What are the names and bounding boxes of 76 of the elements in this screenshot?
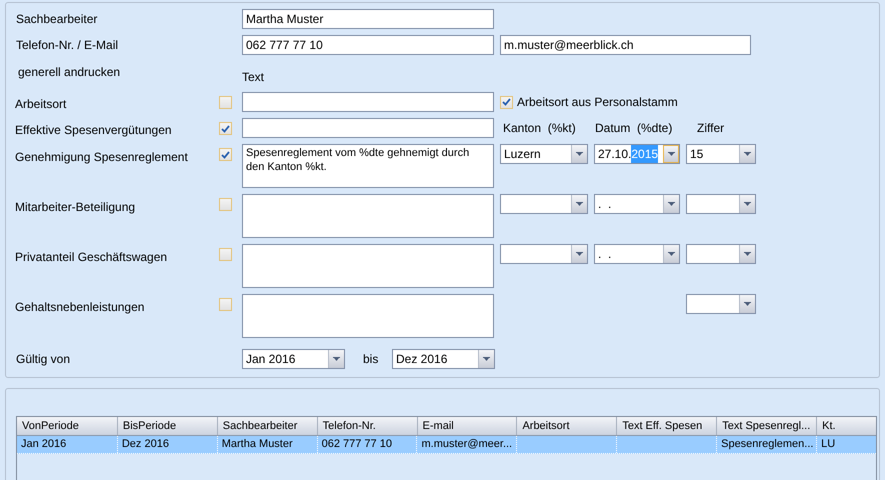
print-checkbox[interactable] <box>219 96 232 109</box>
field-label: Sachbearbeiter <box>15 11 98 28</box>
column-header[interactable]: VonPeriode <box>17 417 117 435</box>
period-dropdown[interactable]: Dez 2016 <box>392 349 495 369</box>
field-label: Arbeitsort <box>15 96 68 113</box>
caret-icon <box>744 202 751 206</box>
column-header[interactable]: Arbeitsort <box>516 417 616 435</box>
caret-icon <box>483 357 490 361</box>
date-picker[interactable]: . . <box>594 194 680 214</box>
date-picker[interactable]: . . <box>594 244 680 264</box>
caret-icon <box>576 152 583 156</box>
input-field[interactable] <box>242 92 494 112</box>
number-dropdown[interactable] <box>686 194 756 214</box>
canton-dropdown[interactable]: Luzern <box>500 144 588 164</box>
period-dropdown[interactable]: Jan 2016 <box>242 349 345 369</box>
table-cell-text: Martha Muster <box>222 437 293 452</box>
number-dropdown[interactable] <box>686 244 756 264</box>
canton-dropdown[interactable] <box>500 194 588 214</box>
column-heading: Text <box>242 69 264 86</box>
column-heading: Kanton (%kt) <box>502 120 577 137</box>
check-icon <box>221 124 230 132</box>
caret-icon <box>668 252 675 256</box>
text-area[interactable] <box>242 244 494 288</box>
print-checkbox[interactable] <box>219 298 232 311</box>
table-row[interactable]: Jan 2016 Dez 2016 Martha Muster 062 777 77 10 m.muster@meer... Spesenreglemen... LU <box>17 436 876 454</box>
table-cell-text: m.muster@meer... <box>421 437 512 452</box>
field-label: Privatanteil Geschäftswagen <box>15 249 168 266</box>
input-field[interactable] <box>242 118 494 138</box>
column-header[interactable]: E-mail <box>416 417 516 435</box>
field-label: Genehmigung Spesenreglement <box>15 149 189 166</box>
field-label: Mitarbeiter-Beteiligung <box>15 199 136 216</box>
caret-icon <box>744 302 751 306</box>
table-cell-text: Jan 2016 <box>21 437 66 452</box>
print-checkbox[interactable] <box>219 248 232 261</box>
field-label: Telefon-Nr. / E-Mail <box>15 37 120 54</box>
caret-icon <box>333 357 340 361</box>
text-area[interactable] <box>242 294 494 338</box>
column-header[interactable]: Kt. <box>816 417 876 435</box>
input-field[interactable]: m.muster@meerblick.ch <box>500 35 751 55</box>
column-heading: Datum (%dte) <box>595 120 674 137</box>
print-checkbox[interactable] <box>219 148 232 161</box>
number-dropdown[interactable] <box>686 294 756 314</box>
field-label: bis <box>362 351 380 368</box>
number-dropdown[interactable]: 15 <box>686 144 756 164</box>
date-picker[interactable]: 27.10.2015 <box>594 144 680 164</box>
field-label: Gehaltsnebenleistungen <box>15 299 146 316</box>
text-area[interactable] <box>242 194 494 238</box>
canton-dropdown[interactable] <box>500 244 588 264</box>
table-cell-text: Dez 2016 <box>122 437 169 452</box>
caret-icon <box>576 252 583 256</box>
table-cell-text: 062 777 77 10 <box>322 437 392 452</box>
column-header[interactable]: Telefon-Nr. <box>316 417 417 435</box>
check-icon <box>221 150 230 158</box>
input-field[interactable]: 062 777 77 10 <box>242 35 494 55</box>
caret-icon <box>668 152 674 156</box>
input-field[interactable]: Martha Muster <box>242 9 494 29</box>
field-label: Gültig von <box>15 351 72 368</box>
column-header[interactable]: Text Spesenregl... <box>716 417 816 435</box>
print-checkbox[interactable] <box>219 122 232 135</box>
column-header[interactable]: Sachbearbeiter <box>216 417 317 435</box>
column-header[interactable]: BisPeriode <box>116 417 217 435</box>
column-heading: Ziffer <box>697 120 724 137</box>
print-checkbox[interactable] <box>219 198 232 211</box>
table-cell-text: Spesenreglemen... <box>721 437 814 452</box>
text-area[interactable]: Spesenreglement vom %dte gehnemigt durch den Kanton %kt. <box>242 144 494 188</box>
caret-icon <box>576 202 583 206</box>
option-checkbox[interactable] <box>500 96 513 108</box>
caret-icon <box>668 202 675 206</box>
checkbox-label: Arbeitsort aus Personalstamm <box>517 94 678 111</box>
caret-icon <box>744 252 751 256</box>
caret-icon <box>744 152 751 156</box>
field-label: Effektive Spesenvergütungen <box>15 122 173 139</box>
column-header[interactable]: Text Eff. Spesen <box>616 417 716 435</box>
check-icon <box>502 98 511 106</box>
table-cell-text: LU <box>821 437 836 452</box>
column-heading: generell andrucken <box>17 64 122 81</box>
